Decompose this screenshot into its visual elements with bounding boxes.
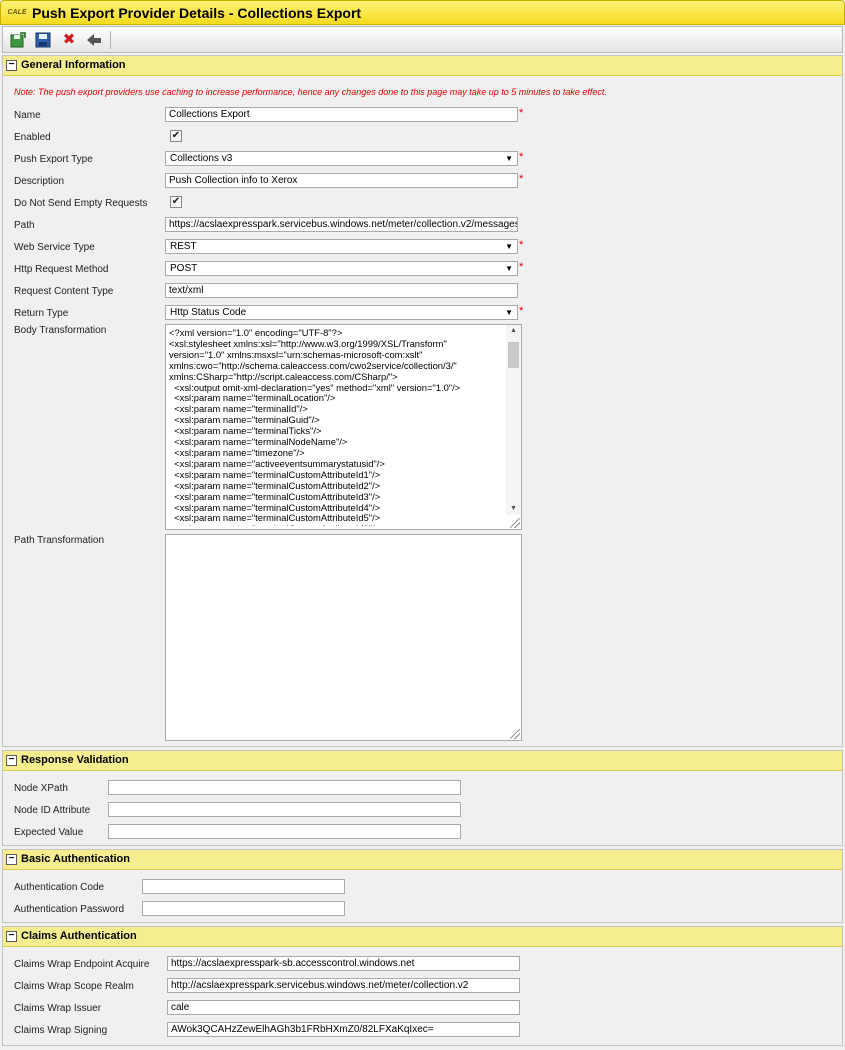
- expected-value-input[interactable]: [108, 824, 461, 839]
- required-marker: *: [519, 173, 524, 185]
- back-arrow-icon: [87, 34, 101, 46]
- collapse-icon[interactable]: −: [6, 931, 17, 942]
- node-xpath-label: Node XPath: [14, 783, 68, 794]
- back-button[interactable]: [85, 31, 103, 49]
- description-input[interactable]: Push Collection info to Xerox: [165, 173, 518, 188]
- section-title: Basic Authentication: [21, 853, 130, 865]
- toolbar-separator: [110, 31, 111, 49]
- section-title: General Information: [21, 59, 126, 71]
- claims-endpoint-input[interactable]: https://acslaexpresspark-sb.accesscontro…: [167, 956, 520, 971]
- general-information-section: − General Information Note: The push exp…: [2, 55, 843, 747]
- claims-signing-label: Claims Wrap Signing: [14, 1025, 108, 1036]
- delete-button[interactable]: ✖: [60, 31, 78, 49]
- save-and-new-icon: [10, 32, 26, 48]
- general-information-header: − General Information: [3, 56, 842, 76]
- required-marker: *: [519, 239, 524, 251]
- path-transformation-textarea[interactable]: [165, 534, 522, 741]
- request-content-type-input[interactable]: text/xml: [165, 283, 518, 298]
- claims-signing-input[interactable]: AWok3QCAHzZewElhAGh3b1FRbHXmZ0/82LFXaKqI…: [167, 1022, 520, 1037]
- path-label: Path: [14, 220, 35, 231]
- node-xpath-input[interactable]: [108, 780, 461, 795]
- http-request-method-label: Http Request Method: [14, 264, 109, 275]
- scroll-thumb[interactable]: [508, 342, 519, 368]
- toolbar: ✖: [2, 26, 843, 53]
- web-service-type-select[interactable]: REST ▼: [165, 239, 518, 254]
- page-title: Push Export Provider Details - Collectio…: [32, 5, 362, 21]
- authentication-code-input[interactable]: [142, 879, 345, 894]
- scroll-up-icon[interactable]: ▲: [506, 325, 521, 337]
- required-marker: *: [519, 261, 524, 273]
- section-title: Claims Authentication: [21, 930, 137, 942]
- textarea-scrollbar[interactable]: ▲ ▼: [506, 325, 521, 515]
- do-not-send-empty-checkbox[interactable]: ✔: [170, 196, 182, 208]
- save-disk-icon: [35, 32, 51, 48]
- scroll-down-icon[interactable]: ▼: [506, 503, 521, 515]
- window-title-bar: CALE Push Export Provider Details - Coll…: [0, 0, 845, 25]
- authentication-password-input[interactable]: [142, 901, 345, 916]
- caching-note: Note: The push export providers use cach…: [14, 87, 607, 97]
- response-validation-section: − Response Validation Node XPath Node ID…: [2, 750, 843, 846]
- cale-logo: CALE: [7, 9, 27, 16]
- description-label: Description: [14, 176, 65, 187]
- claims-authentication-header: − Claims Authentication: [3, 927, 842, 947]
- basic-authentication-section: − Basic Authentication Authentication Co…: [2, 849, 843, 923]
- delete-x-icon: ✖: [62, 31, 76, 48]
- chevron-down-icon: ▼: [505, 154, 513, 163]
- claims-issuer-input[interactable]: cale: [167, 1000, 520, 1015]
- return-type-select[interactable]: Http Status Code ▼: [165, 305, 518, 320]
- claims-authentication-section: − Claims Authentication Claims Wrap Endp…: [2, 926, 843, 1046]
- http-request-method-value: POST: [170, 263, 198, 274]
- web-service-type-label: Web Service Type: [14, 242, 95, 253]
- required-marker: *: [519, 151, 524, 163]
- resize-grip-icon[interactable]: [510, 518, 520, 528]
- web-service-type-value: REST: [170, 241, 197, 252]
- path-input[interactable]: https://acslaexpresspark.servicebus.wind…: [165, 217, 518, 232]
- section-title: Response Validation: [21, 754, 129, 766]
- request-content-type-label: Request Content Type: [14, 286, 114, 297]
- node-id-attribute-label: Node ID Attribute: [14, 805, 91, 816]
- body-transformation-textarea[interactable]: <?xml version="1.0" encoding="UTF-8"?> <…: [165, 324, 522, 530]
- path-transformation-label: Path Transformation: [14, 535, 105, 546]
- return-type-label: Return Type: [14, 308, 69, 319]
- node-id-attribute-input[interactable]: [108, 802, 461, 817]
- body-transformation-text: <?xml version="1.0" encoding="UTF-8"?> <…: [169, 328, 461, 526]
- collapse-icon[interactable]: −: [6, 755, 17, 766]
- push-export-type-label: Push Export Type: [14, 154, 93, 165]
- authentication-code-label: Authentication Code: [14, 882, 105, 893]
- collapse-icon[interactable]: −: [6, 60, 17, 71]
- claims-scope-realm-input[interactable]: http://acslaexpresspark.servicebus.windo…: [167, 978, 520, 993]
- expected-value-label: Expected Value: [14, 827, 84, 838]
- enabled-label: Enabled: [14, 132, 51, 143]
- chevron-down-icon: ▼: [505, 308, 513, 317]
- http-request-method-select[interactable]: POST ▼: [165, 261, 518, 276]
- claims-scope-realm-label: Claims Wrap Scope Realm: [14, 981, 134, 992]
- save-and-new-button[interactable]: [9, 31, 27, 49]
- enabled-checkbox[interactable]: ✔: [170, 130, 182, 142]
- resize-grip-icon[interactable]: [510, 729, 520, 739]
- push-export-type-select[interactable]: Collections v3 ▼: [165, 151, 518, 166]
- path-transformation-text: [169, 538, 503, 737]
- push-export-type-value: Collections v3: [170, 153, 233, 164]
- required-marker: *: [519, 107, 524, 119]
- chevron-down-icon: ▼: [505, 242, 513, 251]
- body-transformation-label: Body Transformation: [14, 325, 107, 336]
- response-validation-header: − Response Validation: [3, 751, 842, 771]
- name-label: Name: [14, 110, 41, 121]
- authentication-password-label: Authentication Password: [14, 904, 125, 915]
- required-marker: *: [519, 305, 524, 317]
- return-type-value: Http Status Code: [170, 307, 247, 318]
- collapse-icon[interactable]: −: [6, 854, 17, 865]
- do-not-send-empty-label: Do Not Send Empty Requests: [14, 198, 148, 209]
- chevron-down-icon: ▼: [505, 264, 513, 273]
- name-input[interactable]: Collections Export: [165, 107, 518, 122]
- basic-authentication-header: − Basic Authentication: [3, 850, 842, 870]
- claims-endpoint-label: Claims Wrap Endpoint Acquire: [14, 959, 150, 970]
- save-button[interactable]: [34, 31, 52, 49]
- claims-issuer-label: Claims Wrap Issuer: [14, 1003, 102, 1014]
